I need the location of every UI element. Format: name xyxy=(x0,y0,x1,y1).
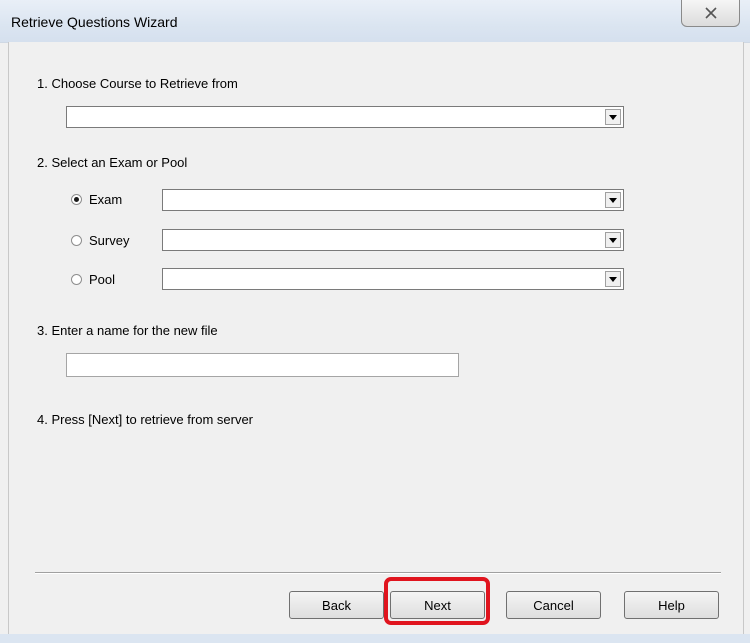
chevron-down-icon[interactable] xyxy=(605,192,621,208)
close-button[interactable] xyxy=(681,0,740,27)
title-bar: Retrieve Questions Wizard xyxy=(0,0,750,43)
radio-survey-label: Survey xyxy=(89,233,130,248)
radio-exam[interactable]: Exam xyxy=(71,192,122,207)
help-button[interactable]: Help xyxy=(624,591,719,619)
button-separator xyxy=(35,572,721,574)
radio-survey[interactable]: Survey xyxy=(71,233,129,248)
course-dropdown[interactable] xyxy=(66,106,624,128)
next-button[interactable]: Next xyxy=(390,591,485,619)
window-title: Retrieve Questions Wizard xyxy=(11,14,178,30)
survey-dropdown[interactable] xyxy=(162,229,624,251)
close-icon xyxy=(704,7,717,19)
radio-pool[interactable]: Pool xyxy=(71,272,115,287)
chevron-down-icon[interactable] xyxy=(605,232,621,248)
step2-label: 2. Select an Exam or Pool xyxy=(37,155,188,170)
wizard-body: 1. Choose Course to Retrieve from 2. Sel… xyxy=(8,42,744,634)
step3-label: 3. Enter a name for the new file xyxy=(37,323,218,338)
exam-dropdown[interactable] xyxy=(162,189,624,211)
radio-pool-button[interactable] xyxy=(71,274,82,285)
window-bottom-border xyxy=(0,634,750,643)
radio-exam-label: Exam xyxy=(89,192,123,207)
filename-input[interactable] xyxy=(66,353,459,377)
back-button[interactable]: Back xyxy=(289,591,384,619)
step4-label: 4. Press [Next] to retrieve from server xyxy=(37,412,254,427)
pool-dropdown[interactable] xyxy=(162,268,624,290)
chevron-down-icon[interactable] xyxy=(605,109,621,125)
step1-label: 1. Choose Course to Retrieve from xyxy=(37,76,238,91)
radio-pool-label: Pool xyxy=(89,272,116,287)
radio-selected-dot xyxy=(74,197,79,202)
radio-exam-button[interactable] xyxy=(71,194,82,205)
chevron-down-icon[interactable] xyxy=(605,271,621,287)
radio-survey-button[interactable] xyxy=(71,235,82,246)
wizard-window: Retrieve Questions Wizard 1. Choose Cour… xyxy=(0,0,750,643)
cancel-button[interactable]: Cancel xyxy=(506,591,601,619)
